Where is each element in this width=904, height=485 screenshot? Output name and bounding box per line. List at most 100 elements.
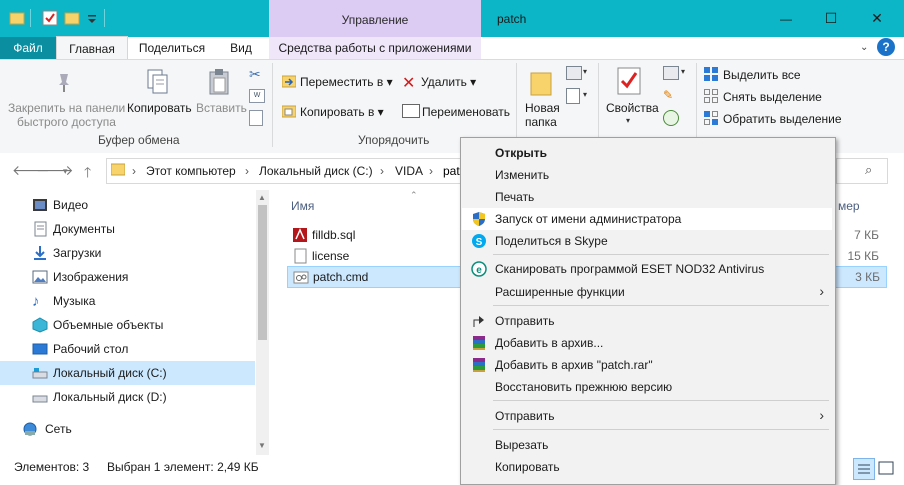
tab-home[interactable]: Главная: [56, 36, 128, 60]
pin-label-1[interactable]: Закрепить на панели: [8, 101, 125, 115]
up-button[interactable]: 🡑: [84, 162, 91, 186]
nav-item-downloads[interactable]: Загрузки: [0, 241, 255, 265]
menu-item-advanced[interactable]: Расширенные функции ›: [462, 281, 832, 303]
tab-share[interactable]: Поделиться: [129, 37, 215, 59]
paste-shortcut-icon[interactable]: [249, 110, 263, 126]
minimize-icon: —: [780, 11, 792, 26]
select-all-button[interactable]: Выделить все: [723, 68, 801, 82]
crumb-drive-c[interactable]: Локальный диск (C:): [259, 164, 373, 178]
qa-divider: [104, 9, 105, 27]
easy-access-dropdown-icon[interactable]: ▾: [583, 90, 587, 99]
recent-locations-button[interactable]: ▾: [63, 166, 68, 177]
rename-icon: [402, 104, 420, 118]
menu-item-eset-scan[interactable]: e Сканировать программой ESET NOD32 Anti…: [462, 258, 832, 280]
nav-item-3d-objects[interactable]: Объемные объекты: [0, 313, 255, 337]
paste-icon[interactable]: [208, 68, 230, 96]
nav-pane-scroll-thumb[interactable]: [258, 205, 267, 340]
menu-item-run-as-admin[interactable]: Запуск от имени администратора: [462, 208, 832, 230]
menu-item-restore-previous[interactable]: Восстановить прежнюю версию: [462, 376, 832, 398]
nav-item-drive-c[interactable]: Локальный диск (C:): [0, 361, 255, 385]
nav-item-video[interactable]: Видео: [0, 193, 255, 217]
copy-to-button[interactable]: Копировать в ▾: [300, 105, 384, 119]
copy-path-icon[interactable]: W: [249, 89, 265, 103]
new-folder-label-1[interactable]: Новая: [525, 101, 560, 115]
nav-item-label: Объемные объекты: [53, 318, 164, 332]
properties-button[interactable]: Свойства: [606, 101, 659, 115]
open-dropdown-icon[interactable]: ▾: [681, 67, 685, 76]
menu-item-edit[interactable]: Изменить: [462, 164, 832, 186]
menu-item-share[interactable]: Отправить: [462, 310, 832, 332]
new-item-icon[interactable]: [566, 66, 582, 80]
new-folder-label-2[interactable]: папка: [525, 115, 557, 129]
nav-item-pictures[interactable]: Изображения: [0, 265, 255, 289]
manage-context-header: Управление: [269, 0, 481, 37]
crumb-patch[interactable]: patch: [443, 164, 460, 178]
select-none-button[interactable]: Снять выделение: [723, 90, 822, 104]
properties-check-icon[interactable]: [42, 10, 58, 26]
expand-ribbon-icon[interactable]: ⌄: [860, 42, 868, 53]
menu-item-print[interactable]: Печать: [462, 186, 832, 208]
tab-file[interactable]: Файл: [0, 37, 56, 59]
help-icon[interactable]: ?: [877, 38, 895, 56]
crumb-vida[interactable]: VIDA: [395, 164, 423, 178]
pin-label-2[interactable]: быстрого доступа: [17, 115, 116, 129]
edit-icon[interactable]: ✎: [663, 88, 675, 102]
search-input[interactable]: [836, 158, 888, 184]
easy-access-icon[interactable]: [566, 88, 580, 104]
nav-item-network[interactable]: Сеть: [0, 417, 255, 441]
nav-item-label: Локальный диск (D:): [53, 390, 167, 404]
tab-app-tools[interactable]: Средства работы с приложениями: [269, 37, 481, 59]
menu-item-cut[interactable]: Вырезать: [462, 434, 832, 456]
nav-item-documents[interactable]: Документы: [0, 217, 255, 241]
nav-item-music[interactable]: ♪ Музыка: [0, 289, 255, 313]
open-icon[interactable]: [663, 66, 679, 80]
menu-item-add-archive[interactable]: Добавить в архив...: [462, 332, 832, 354]
organize-group-label: Упорядочить: [358, 133, 430, 147]
move-to-label: Переместить в: [300, 75, 384, 89]
cut-icon[interactable]: ✂: [249, 66, 263, 82]
menu-item-label: Копировать: [495, 460, 560, 474]
column-header-size[interactable]: мер: [838, 199, 860, 213]
scroll-down-icon[interactable]: ▼: [258, 441, 266, 450]
menu-item-add-archive-rar[interactable]: Добавить в архив "patch.rar": [462, 354, 832, 376]
menu-item-copy[interactable]: Копировать: [462, 456, 832, 478]
file-size: 3 КБ: [855, 270, 880, 284]
music-folder-icon: ♪: [32, 293, 40, 310]
copy-button[interactable]: Копировать: [127, 101, 192, 115]
properties-icon[interactable]: [616, 66, 642, 96]
quick-access-dropdown-icon[interactable]: [86, 10, 102, 26]
crumb-this-pc[interactable]: Этот компьютер: [146, 164, 236, 178]
menu-item-label: Отправить: [495, 314, 555, 328]
search-icon[interactable]: ⌕: [865, 162, 872, 178]
cmd-file-icon: [293, 269, 309, 285]
nav-item-drive-d[interactable]: Локальный диск (D:): [0, 385, 255, 409]
move-to-button[interactable]: Переместить в ▾: [300, 75, 393, 89]
minimize-button[interactable]: —: [763, 0, 809, 37]
menu-item-share-skype[interactable]: S Поделиться в Skype: [462, 230, 832, 252]
invert-selection-button[interactable]: Обратить выделение: [723, 112, 842, 126]
tab-home-label: Главная: [69, 41, 115, 56]
menu-item-send-to[interactable]: Отправить ›: [462, 405, 832, 427]
close-button[interactable]: ✕: [854, 0, 900, 37]
new-item-dropdown-icon[interactable]: ▾: [583, 67, 587, 76]
paste-button[interactable]: Вставить: [196, 101, 247, 115]
new-folder-quick-icon[interactable]: [64, 10, 80, 26]
scroll-up-icon[interactable]: ▲: [258, 193, 266, 202]
maximize-button[interactable]: ☐: [808, 0, 854, 37]
tab-view[interactable]: Вид: [220, 37, 262, 59]
history-icon[interactable]: [663, 110, 679, 126]
nav-item-desktop[interactable]: Рабочий стол: [0, 337, 255, 361]
nav-item-label: Изображения: [53, 270, 129, 284]
menu-item-open[interactable]: Открыть: [462, 142, 832, 164]
large-icons-view-icon[interactable]: [877, 459, 895, 477]
copy-icon[interactable]: [146, 68, 170, 96]
delete-button[interactable]: Удалить ▾: [421, 75, 476, 89]
rename-button[interactable]: Переименовать: [422, 105, 510, 119]
select-none-icon: [704, 89, 718, 103]
properties-dropdown-icon[interactable]: ▾: [626, 116, 630, 125]
new-folder-icon[interactable]: [529, 67, 553, 97]
column-header-name[interactable]: Имя: [291, 199, 314, 213]
details-view-icon[interactable]: [853, 458, 875, 480]
menu-item-label: Изменить: [495, 168, 550, 182]
nav-pane: [10, 190, 11, 191]
